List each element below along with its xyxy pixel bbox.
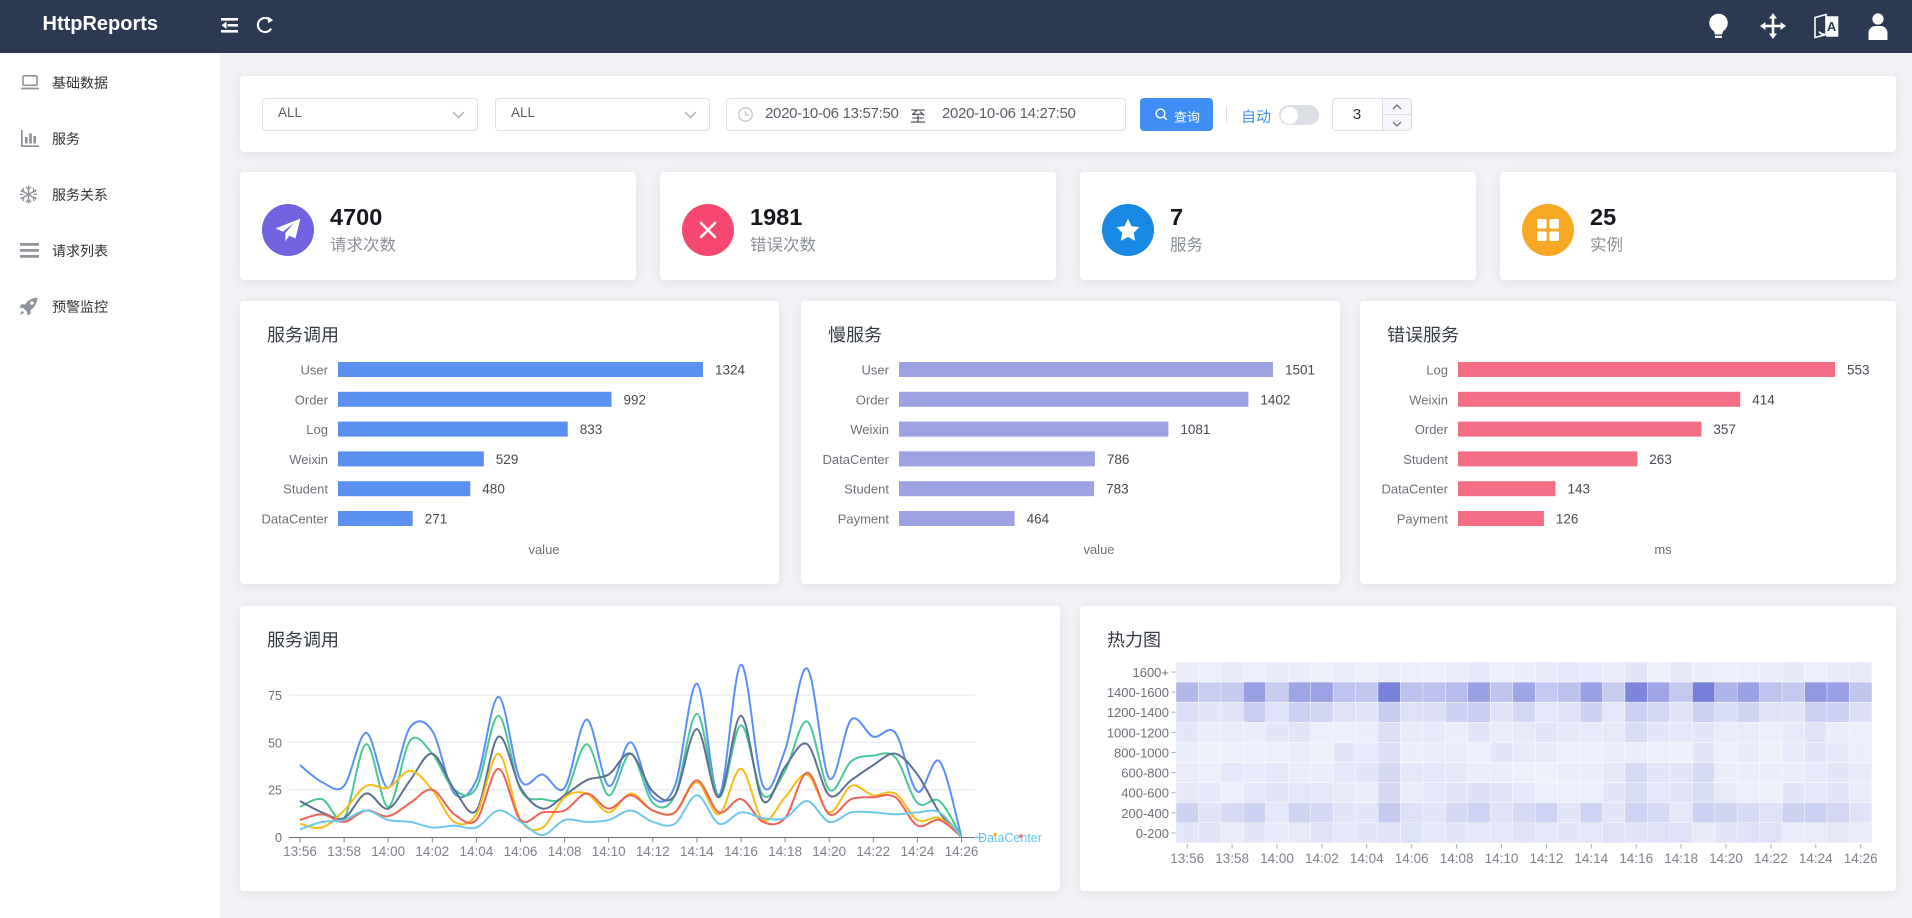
svg-text:14:04: 14:04	[1350, 851, 1384, 866]
svg-text:126: 126	[1556, 512, 1579, 527]
svg-text:263: 263	[1649, 452, 1672, 467]
svg-text:464: 464	[1027, 512, 1050, 527]
svg-text:A: A	[1827, 19, 1837, 34]
svg-text:13:58: 13:58	[1215, 851, 1249, 866]
svg-text:value: value	[528, 542, 559, 557]
svg-text:800-1000: 800-1000	[1114, 746, 1169, 761]
svg-text:14:08: 14:08	[548, 844, 582, 859]
svg-text:14:06: 14:06	[1395, 851, 1429, 866]
svg-text:14:12: 14:12	[636, 844, 670, 859]
svg-text:14:00: 14:00	[371, 844, 405, 859]
svg-text:14:18: 14:18	[1664, 851, 1698, 866]
svg-text:value: value	[1083, 542, 1114, 557]
svg-text:25: 25	[268, 784, 282, 798]
svg-text:14:12: 14:12	[1530, 851, 1564, 866]
svg-text:14:24: 14:24	[901, 844, 935, 859]
svg-text:Payment: Payment	[1397, 512, 1449, 527]
svg-text:Weixin: Weixin	[1409, 392, 1448, 407]
svg-text:0: 0	[275, 831, 282, 845]
svg-text:833: 833	[580, 422, 603, 437]
svg-text:Weixin: Weixin	[850, 422, 889, 437]
svg-text:Order: Order	[295, 392, 329, 407]
svg-text:14:18: 14:18	[768, 844, 802, 859]
svg-text:Order: Order	[856, 392, 890, 407]
svg-text:553: 553	[1847, 363, 1870, 378]
svg-text:200-400: 200-400	[1121, 806, 1169, 821]
svg-text:14:04: 14:04	[460, 844, 494, 859]
svg-text:1324: 1324	[715, 363, 746, 378]
svg-text:14:00: 14:00	[1260, 851, 1294, 866]
svg-text:14:24: 14:24	[1799, 851, 1833, 866]
svg-text:50: 50	[268, 736, 282, 750]
svg-text:DataCenter: DataCenter	[1382, 482, 1449, 497]
svg-text:14:08: 14:08	[1440, 851, 1474, 866]
svg-text:271: 271	[425, 512, 448, 527]
svg-text:14:20: 14:20	[1709, 851, 1743, 866]
svg-text:13:56: 13:56	[1170, 851, 1204, 866]
svg-text:DataCenter: DataCenter	[978, 831, 1042, 845]
svg-text:143: 143	[1568, 482, 1591, 497]
svg-text:414: 414	[1752, 392, 1775, 407]
svg-text:Student: Student	[1403, 452, 1448, 467]
svg-text:1501: 1501	[1285, 363, 1315, 378]
svg-text:User: User	[862, 363, 890, 378]
svg-text:Payment: Payment	[838, 512, 890, 527]
svg-text:14:26: 14:26	[1844, 851, 1878, 866]
svg-text:1400-1600: 1400-1600	[1107, 685, 1169, 700]
svg-text:75: 75	[268, 689, 282, 703]
svg-text:14:20: 14:20	[812, 844, 846, 859]
svg-text:600-800: 600-800	[1121, 766, 1169, 781]
svg-text:User: User	[301, 363, 329, 378]
svg-text:783: 783	[1106, 482, 1129, 497]
svg-text:ms: ms	[1654, 542, 1672, 557]
svg-text:992: 992	[624, 392, 647, 407]
svg-text:400-600: 400-600	[1121, 786, 1169, 801]
svg-text:13:56: 13:56	[283, 844, 317, 859]
svg-text:14:22: 14:22	[856, 844, 890, 859]
svg-text:14:02: 14:02	[415, 844, 449, 859]
svg-text:14:16: 14:16	[724, 844, 758, 859]
svg-text:14:06: 14:06	[504, 844, 538, 859]
svg-text:14:02: 14:02	[1305, 851, 1339, 866]
svg-text:1200-1400: 1200-1400	[1107, 705, 1169, 720]
svg-text:Student: Student	[844, 482, 889, 497]
svg-text:14:14: 14:14	[680, 844, 714, 859]
svg-text:529: 529	[496, 452, 519, 467]
svg-text:14:14: 14:14	[1574, 851, 1608, 866]
svg-text:Student: Student	[283, 482, 328, 497]
svg-text:357: 357	[1713, 422, 1736, 437]
svg-text:1000-1200: 1000-1200	[1107, 725, 1169, 740]
svg-text:14:26: 14:26	[945, 844, 979, 859]
svg-text:Log: Log	[1426, 363, 1448, 378]
svg-text:480: 480	[482, 482, 505, 497]
svg-text:14:10: 14:10	[1485, 851, 1519, 866]
svg-text:1081: 1081	[1180, 422, 1210, 437]
svg-text:Weixin: Weixin	[289, 452, 328, 467]
svg-text:14:22: 14:22	[1754, 851, 1788, 866]
svg-text:DataCenter: DataCenter	[823, 452, 890, 467]
svg-text:0-200: 0-200	[1136, 826, 1169, 841]
svg-text:Order: Order	[1415, 422, 1449, 437]
svg-text:1600+: 1600+	[1132, 665, 1169, 680]
svg-text:14:16: 14:16	[1619, 851, 1653, 866]
svg-text:13:58: 13:58	[327, 844, 361, 859]
svg-text:DataCenter: DataCenter	[262, 512, 329, 527]
svg-text:786: 786	[1107, 452, 1130, 467]
svg-text:1402: 1402	[1260, 392, 1290, 407]
svg-text:14:10: 14:10	[592, 844, 626, 859]
svg-text:Log: Log	[306, 422, 328, 437]
